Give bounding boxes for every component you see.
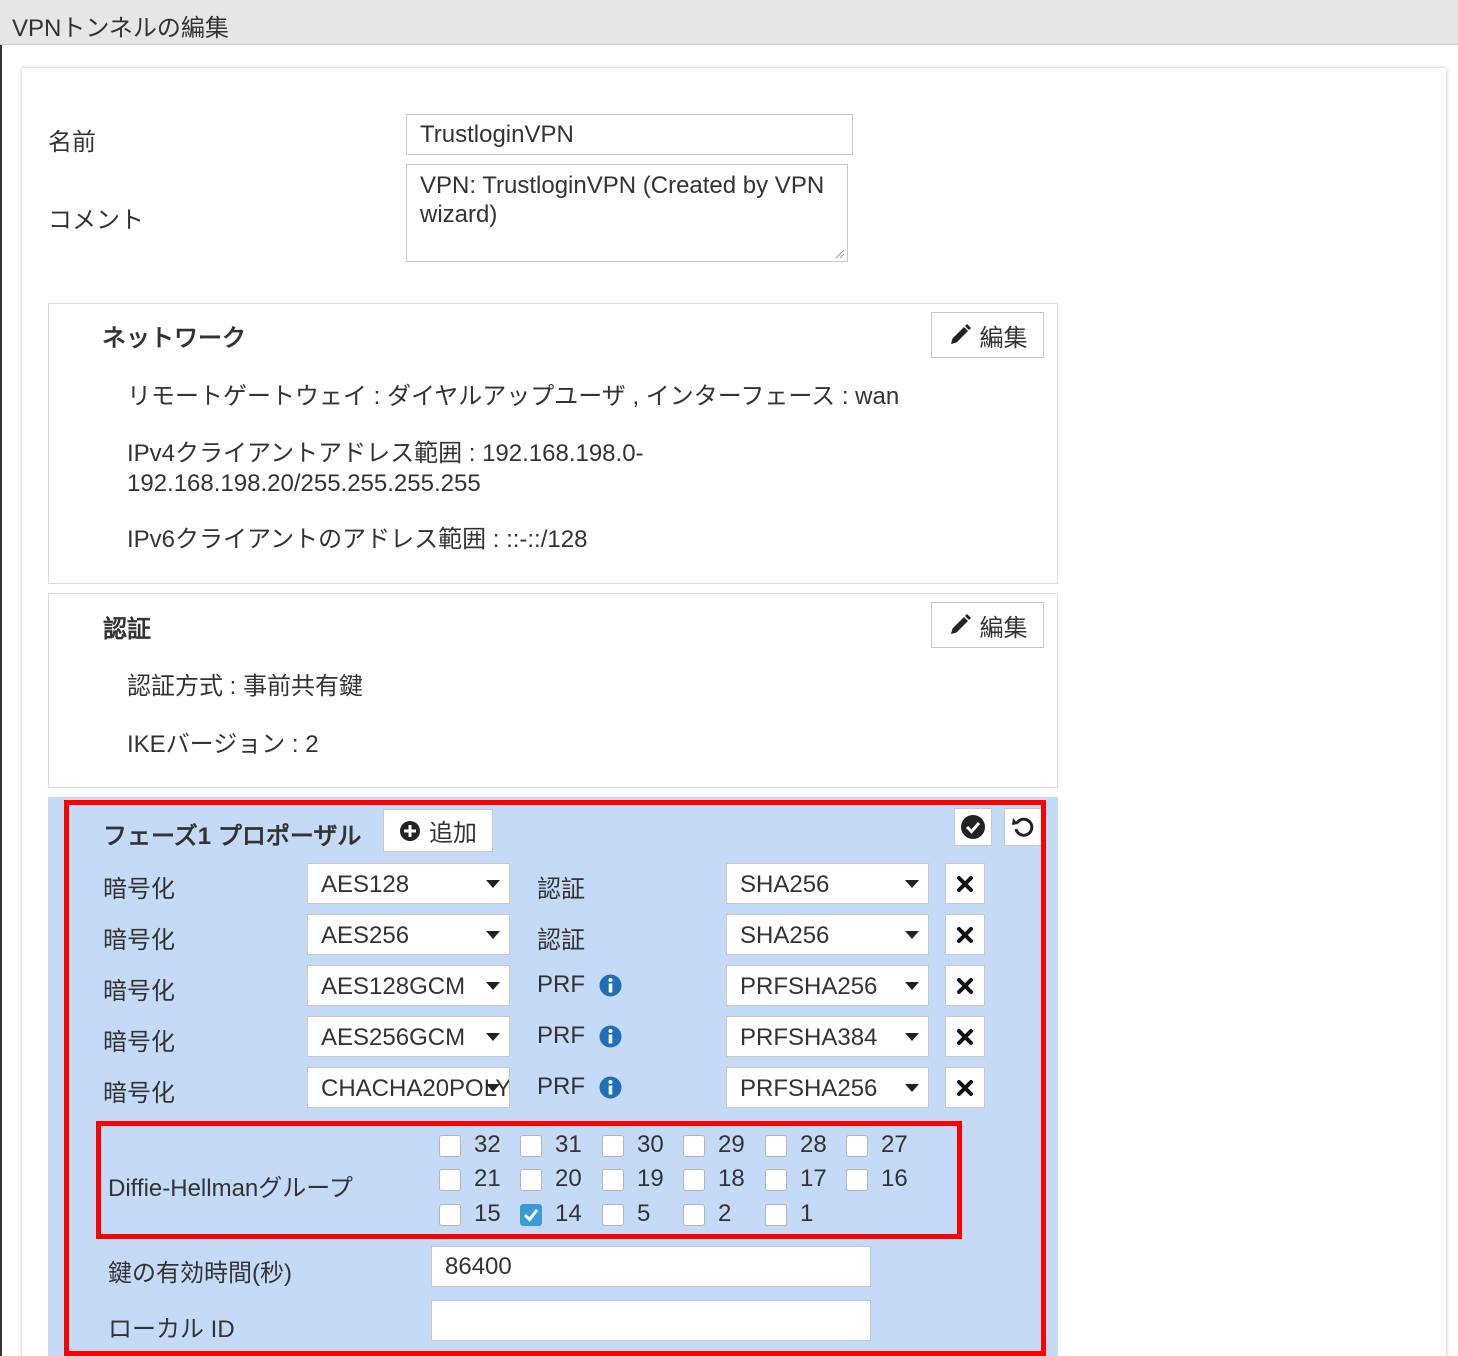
comment-label: コメント [48,207,144,234]
auth-section-title: 認証 [103,616,151,643]
frame-edge [0,45,2,1356]
ipv6-range-info: IPv6クライアントのアドレス範囲 : ::-::/128 [127,526,588,553]
pencil-icon [950,324,971,344]
ipv4-range-line2: 192.168.198.20/255.255.255.255 [127,470,481,497]
comment-text: VPN: TrustloginVPN (Created by VPN wizar… [420,172,825,228]
auth-method-info: 認証方式 : 事前共有鍵 [127,673,364,700]
network-section-title: ネットワーク [102,325,246,352]
ike-version-info: IKEバージョン : 2 [127,731,319,758]
highlight-box-phase1 [64,800,1046,1356]
pencil-icon [950,614,971,634]
auth-edit-button[interactable]: 編集 [931,602,1044,648]
name-label: 名前 [48,129,96,156]
auth-edit-label: 編集 [979,614,1028,642]
network-edit-button[interactable]: 編集 [931,312,1044,358]
window-title: VPNトンネルの編集 [12,15,229,42]
resize-grip-icon[interactable] [833,247,845,259]
window-titlebar: VPNトンネルの編集 [0,0,1458,45]
name-input[interactable]: TrustloginVPN [406,114,853,155]
remote-gateway-info: リモートゲートウェイ : ダイヤルアップユーザ , インターフェース : wan [127,383,900,410]
ipv4-range-line1: IPv4クライアントアドレス範囲 : 192.168.198.0- [127,440,644,467]
comment-textarea[interactable]: VPN: TrustloginVPN (Created by VPN wizar… [406,164,848,262]
highlight-box-dh-group [96,1121,962,1239]
network-edit-label: 編集 [979,324,1028,352]
